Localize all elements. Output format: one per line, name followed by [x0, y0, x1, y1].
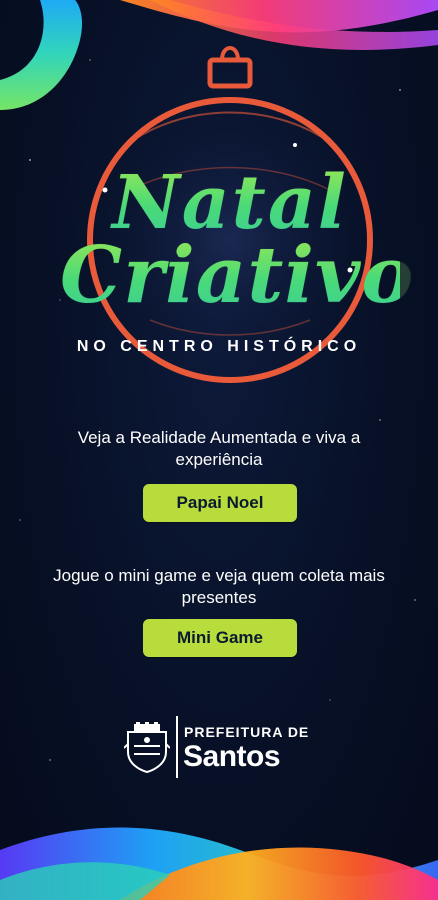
- santos-text: Santos: [183, 740, 281, 773]
- mini-game-button[interactable]: Mini Game: [143, 619, 297, 657]
- augmented-reality-description: Veja a Realidade Aumentada e viva a expe…: [77, 428, 361, 469]
- papai-noel-button[interactable]: Papai Noel: [143, 484, 297, 522]
- logo-subtitle: NO CENTRO HISTÓRICO: [76, 338, 362, 355]
- prefeitura-santos-logo: PREFEITURA DE Santos: [120, 716, 320, 780]
- logo-criativo-text: Criativo: [60, 230, 415, 321]
- mini-game-description: Jogue o mini game e veja quem coleta mai…: [53, 566, 385, 607]
- prefeitura-de-text: PREFEITURA DE: [184, 724, 310, 740]
- logo-divider: [176, 716, 178, 778]
- city-crest-icon: [124, 722, 170, 774]
